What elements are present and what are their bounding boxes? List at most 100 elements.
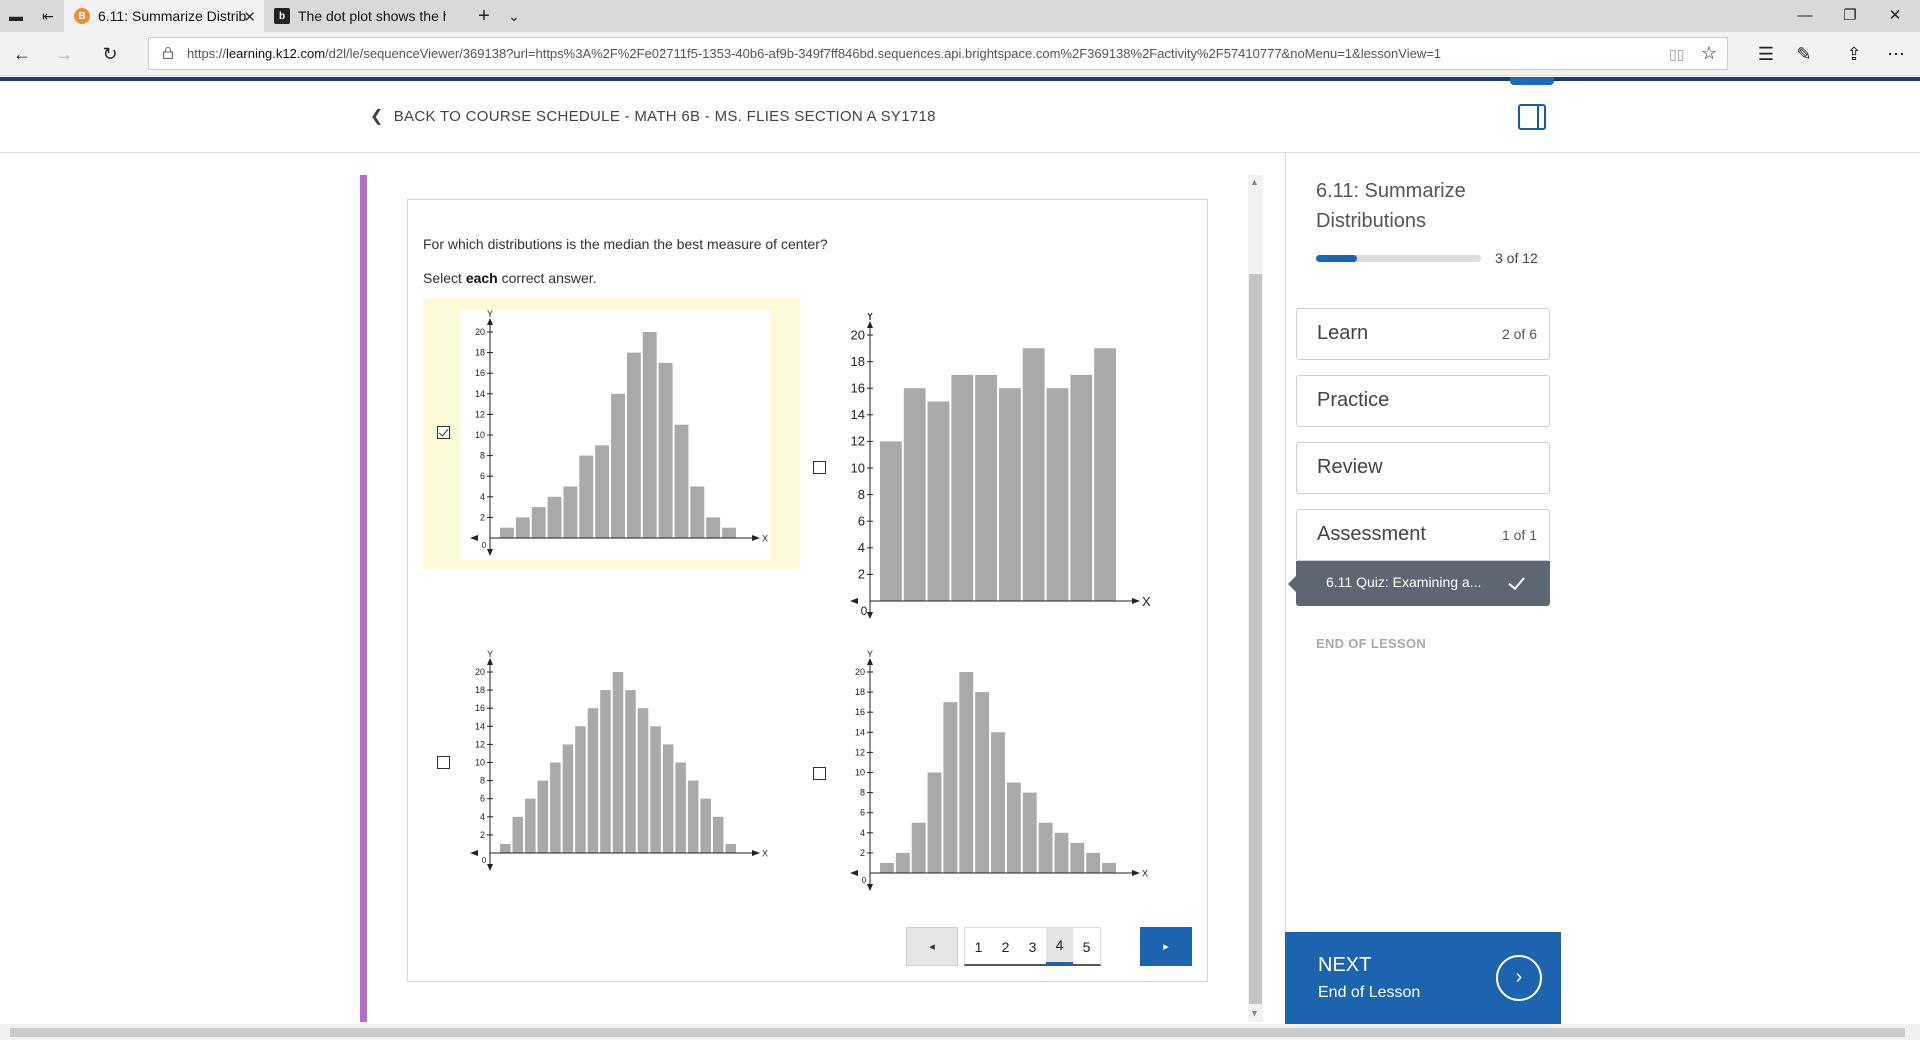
x-axis-arrow xyxy=(752,535,760,541)
y-tick-label: 4 xyxy=(480,492,485,502)
close-tab-icon[interactable]: ✕ xyxy=(243,8,256,26)
page-4-button[interactable]: 4 xyxy=(1046,928,1073,965)
toggle-sidebar-icon[interactable] xyxy=(1518,104,1546,130)
answer-checkbox-3[interactable] xyxy=(437,756,450,769)
histogram-bar xyxy=(525,798,536,853)
lesson-progress-text: 3 of 12 xyxy=(1495,250,1538,266)
new-tab-icon[interactable]: + xyxy=(474,5,494,27)
y-axis-label: Y xyxy=(867,650,873,659)
histogram-bar xyxy=(625,690,636,853)
address-bar[interactable]: https://learning.k12.com/d2l/le/sequence… xyxy=(148,37,1728,70)
y-axis-arrow-down xyxy=(867,612,873,619)
y-tick-label: 14 xyxy=(475,389,485,399)
browser-tab-bar: ▬ ⇤ B 6.11: Summarize Distrib ✕ b The do… xyxy=(0,0,1920,32)
sidebar-subitem-label: 6.11 Quiz: Examining a... xyxy=(1326,574,1482,590)
answer-checkbox-4[interactable] xyxy=(813,767,826,780)
histogram-bar xyxy=(547,496,562,538)
histogram-chart-b[interactable]: 2 4 6 8 10 12 14 16 18 20Y X 0 xyxy=(840,313,1150,623)
answer-checkbox-2[interactable] xyxy=(813,461,826,474)
y-tick-label: 20 xyxy=(475,327,485,337)
histogram-bar xyxy=(531,507,546,538)
histogram-chart-c[interactable]: 2 4 6 8 10 12 14 16 18 20Y X 0 xyxy=(460,650,770,875)
minimize-icon[interactable]: — xyxy=(1790,4,1820,28)
x-axis-arrow xyxy=(752,850,760,856)
y-axis-label: Y xyxy=(866,313,875,323)
web-note-pen-icon[interactable]: ✎ xyxy=(1792,43,1816,67)
y-tick-label: 20 xyxy=(855,667,865,677)
forward-arrow-icon[interactable]: → xyxy=(52,43,76,67)
browser-tab-1[interactable]: B 6.11: Summarize Distrib ✕ xyxy=(64,0,264,32)
sidebar-subitem-quiz[interactable]: 6.11 Quiz: Examining a... xyxy=(1288,561,1550,606)
answer-checkbox-1[interactable] xyxy=(437,426,450,439)
x-axis-label: X xyxy=(762,849,768,859)
previous-page-button[interactable]: ◂ xyxy=(906,927,958,966)
histogram-bar xyxy=(943,702,958,873)
histogram-bar xyxy=(991,732,1005,873)
tab-title: The dot plot shows the heig xyxy=(298,8,446,24)
sidebar-item-label: Review xyxy=(1317,456,1383,478)
y-tick-label: 12 xyxy=(851,434,865,449)
x-axis-label: X xyxy=(762,534,768,544)
back-link-label: BACK TO COURSE SCHEDULE - MATH 6B - MS. … xyxy=(393,107,936,125)
content-scrollbar-thumb[interactable] xyxy=(1249,274,1262,1004)
histogram-bar xyxy=(1038,822,1053,873)
restore-icon[interactable]: ❐ xyxy=(1835,4,1865,28)
next-page-button[interactable]: ▸ xyxy=(1140,927,1192,966)
favorites-hub-icon[interactable]: ☰ xyxy=(1754,43,1778,67)
y-tick-label: 18 xyxy=(851,354,865,369)
histogram-bar xyxy=(951,374,974,601)
histogram-bar xyxy=(959,672,974,873)
more-menu-icon[interactable]: ⋯ xyxy=(1884,43,1908,67)
y-tick-label: 16 xyxy=(475,703,485,713)
page-3-button[interactable]: 3 xyxy=(1019,928,1046,965)
page-number-list: 1 2 3 4 5 xyxy=(964,927,1101,966)
tab-actions-icon[interactable]: ⇤ xyxy=(38,6,58,26)
histogram-chart-a[interactable]: 2 4 6 8 10 12 14 16 18 20Y X 0 xyxy=(460,310,770,560)
sidebar-item-assessment[interactable]: Assessment 1 of 1 xyxy=(1296,509,1550,561)
back-to-course-link[interactable]: ❮ BACK TO COURSE SCHEDULE - MATH 6B - MS… xyxy=(370,106,936,126)
page-1-button[interactable]: 1 xyxy=(965,928,992,965)
scroll-down-icon[interactable]: ▼ xyxy=(1250,1008,1259,1018)
y-axis-arrow-down xyxy=(867,884,873,891)
next-lesson-button[interactable]: NEXT End of Lesson › xyxy=(1285,932,1561,1024)
next-button-title: NEXT xyxy=(1318,954,1372,976)
tab-list-chevron-icon[interactable]: ⌄ xyxy=(504,6,524,26)
sidebar-item-review[interactable]: Review xyxy=(1296,442,1550,494)
x-axis-label: X xyxy=(1142,594,1150,609)
page-2-button[interactable]: 2 xyxy=(992,928,1019,965)
histogram-bar xyxy=(687,780,699,853)
end-of-lesson-label: END OF LESSON xyxy=(1316,636,1427,651)
histogram-bar xyxy=(500,843,511,853)
sidebar-item-learn[interactable]: Learn 2 of 6 xyxy=(1296,308,1550,360)
page-horizontal-scrollbar-thumb[interactable] xyxy=(10,1028,1905,1037)
browser-tab-2[interactable]: b The dot plot shows the heig xyxy=(264,0,464,32)
histogram-chart-d[interactable]: 2 4 6 8 10 12 14 16 18 20Y X 0 xyxy=(840,650,1150,895)
page-5-button[interactable]: 5 xyxy=(1073,928,1100,965)
histogram-bar xyxy=(563,486,578,538)
close-window-icon[interactable]: ✕ xyxy=(1880,4,1910,28)
y-tick-label: 10 xyxy=(475,758,485,768)
refresh-icon[interactable]: ↻ xyxy=(98,43,122,67)
top-accent-line xyxy=(0,77,1920,81)
y-tick-label: 6 xyxy=(480,471,485,481)
histogram-bar xyxy=(1054,832,1069,873)
histogram-bar xyxy=(1102,862,1116,873)
histogram-bar xyxy=(1046,388,1069,601)
scroll-up-icon[interactable]: ▲ xyxy=(1250,177,1259,187)
sidebar-item-practice[interactable]: Practice xyxy=(1296,375,1550,427)
histogram-bar xyxy=(658,362,673,538)
y-axis-label: Y xyxy=(487,310,493,319)
y-axis-label: Y xyxy=(487,650,493,659)
x-axis-arrow-left xyxy=(850,870,858,876)
histogram-bar xyxy=(712,816,724,853)
histogram-bar xyxy=(550,762,561,853)
question-prompt: For which distributions is the median th… xyxy=(423,236,828,252)
window-menu-icon[interactable]: ▬ xyxy=(6,6,26,26)
histogram-bar xyxy=(880,862,894,873)
histogram-bar xyxy=(675,762,686,853)
share-icon[interactable]: ⇪ xyxy=(1842,43,1866,67)
histogram-bar xyxy=(1022,792,1037,873)
back-arrow-icon[interactable]: ← xyxy=(10,43,34,67)
favorite-star-icon[interactable]: ☆ xyxy=(1701,43,1717,64)
reading-view-icon[interactable]: ▯▯ xyxy=(1669,46,1684,63)
